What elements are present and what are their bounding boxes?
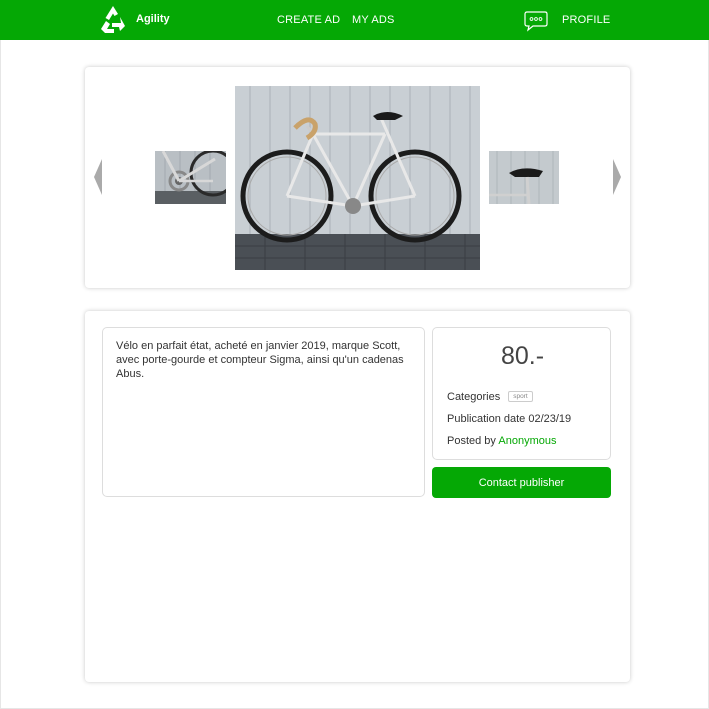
price-info-box: 80.- Categories sport Publication date 02… [432, 327, 611, 460]
chat-bubble-icon[interactable] [524, 10, 548, 32]
publication-label: Publication date [447, 413, 526, 425]
arrow-right-icon[interactable] [609, 157, 623, 197]
categories-row: Categories sport [447, 391, 533, 403]
recycle-logo-icon[interactable] [98, 5, 128, 34]
contact-publisher-button[interactable]: Contact publisher [432, 467, 611, 498]
posted-by-label: Posted by [447, 435, 496, 447]
nav-profile[interactable]: PROFILE [562, 14, 610, 26]
bicycle-saddle-thumbnail[interactable] [489, 151, 559, 204]
description-box: Vélo en parfait état, acheté en janvier … [102, 327, 425, 497]
category-tag[interactable]: sport [508, 391, 533, 402]
arrow-left-icon[interactable] [92, 157, 106, 197]
ad-price: 80.- [500, 342, 545, 370]
top-navbar: Agility CREATE AD MY ADS PROFILE [0, 0, 709, 40]
bicycle-main-photo [235, 86, 480, 270]
brand-name[interactable]: Agility [136, 13, 170, 25]
nav-create-ad[interactable]: CREATE AD [277, 14, 340, 26]
publisher-link[interactable]: Anonymous [498, 435, 556, 447]
bicycle-detail-thumbnail[interactable] [155, 151, 226, 204]
posted-by-row: Posted by Anonymous [447, 435, 556, 447]
categories-label: Categories [447, 391, 501, 403]
ad-description: Vélo en parfait état, acheté en janvier … [116, 340, 404, 380]
publication-date: 02/23/19 [528, 413, 572, 425]
nav-my-ads[interactable]: MY ADS [352, 14, 395, 26]
publication-row: Publication date 02/23/19 [447, 413, 571, 425]
